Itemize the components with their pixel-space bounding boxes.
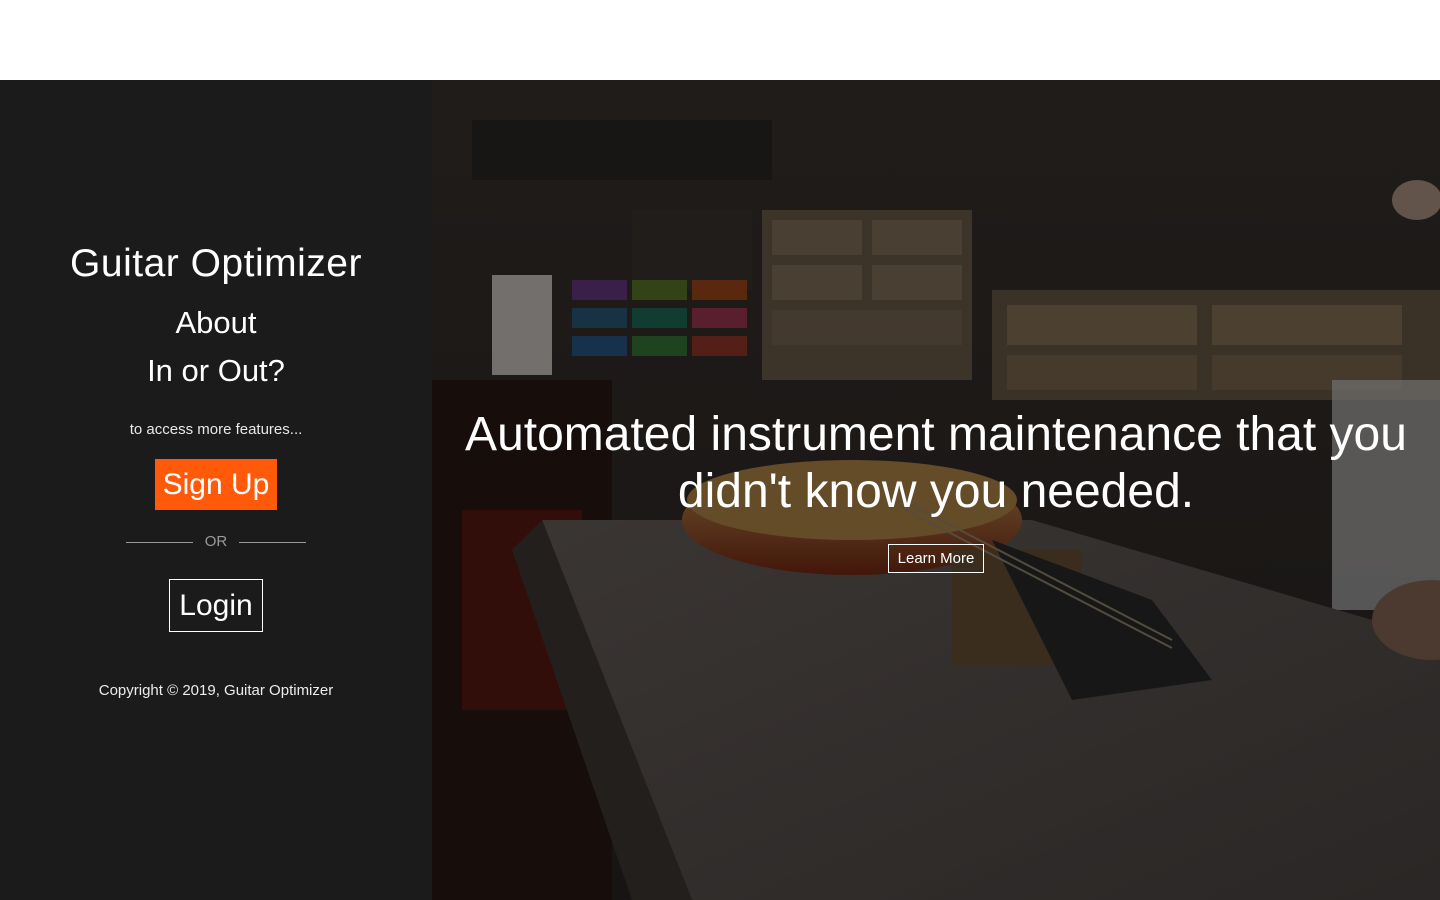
copyright-text: Copyright © 2019, Guitar Optimizer	[98, 682, 334, 699]
learn-more-button[interactable]: Learn More	[888, 544, 984, 573]
hero-section: Automated instrument maintenance that yo…	[432, 80, 1440, 900]
brand-link[interactable]: Guitar Optimizer	[0, 242, 432, 286]
nav-in-or-out-link[interactable]: In or Out?	[0, 353, 432, 389]
top-blank-strip	[0, 0, 1440, 80]
hero-headline: Automated instrument maintenance that yo…	[465, 408, 1407, 518]
access-features-text: to access more features...	[129, 421, 303, 438]
sidebar: Guitar Optimizer About In or Out? to acc…	[0, 80, 432, 900]
divider-line-right	[239, 542, 306, 543]
sign-up-button[interactable]: Sign Up	[155, 459, 277, 510]
or-divider: OR	[126, 531, 306, 553]
login-button[interactable]: Login	[169, 579, 263, 632]
nav-about-link[interactable]: About	[0, 305, 432, 341]
